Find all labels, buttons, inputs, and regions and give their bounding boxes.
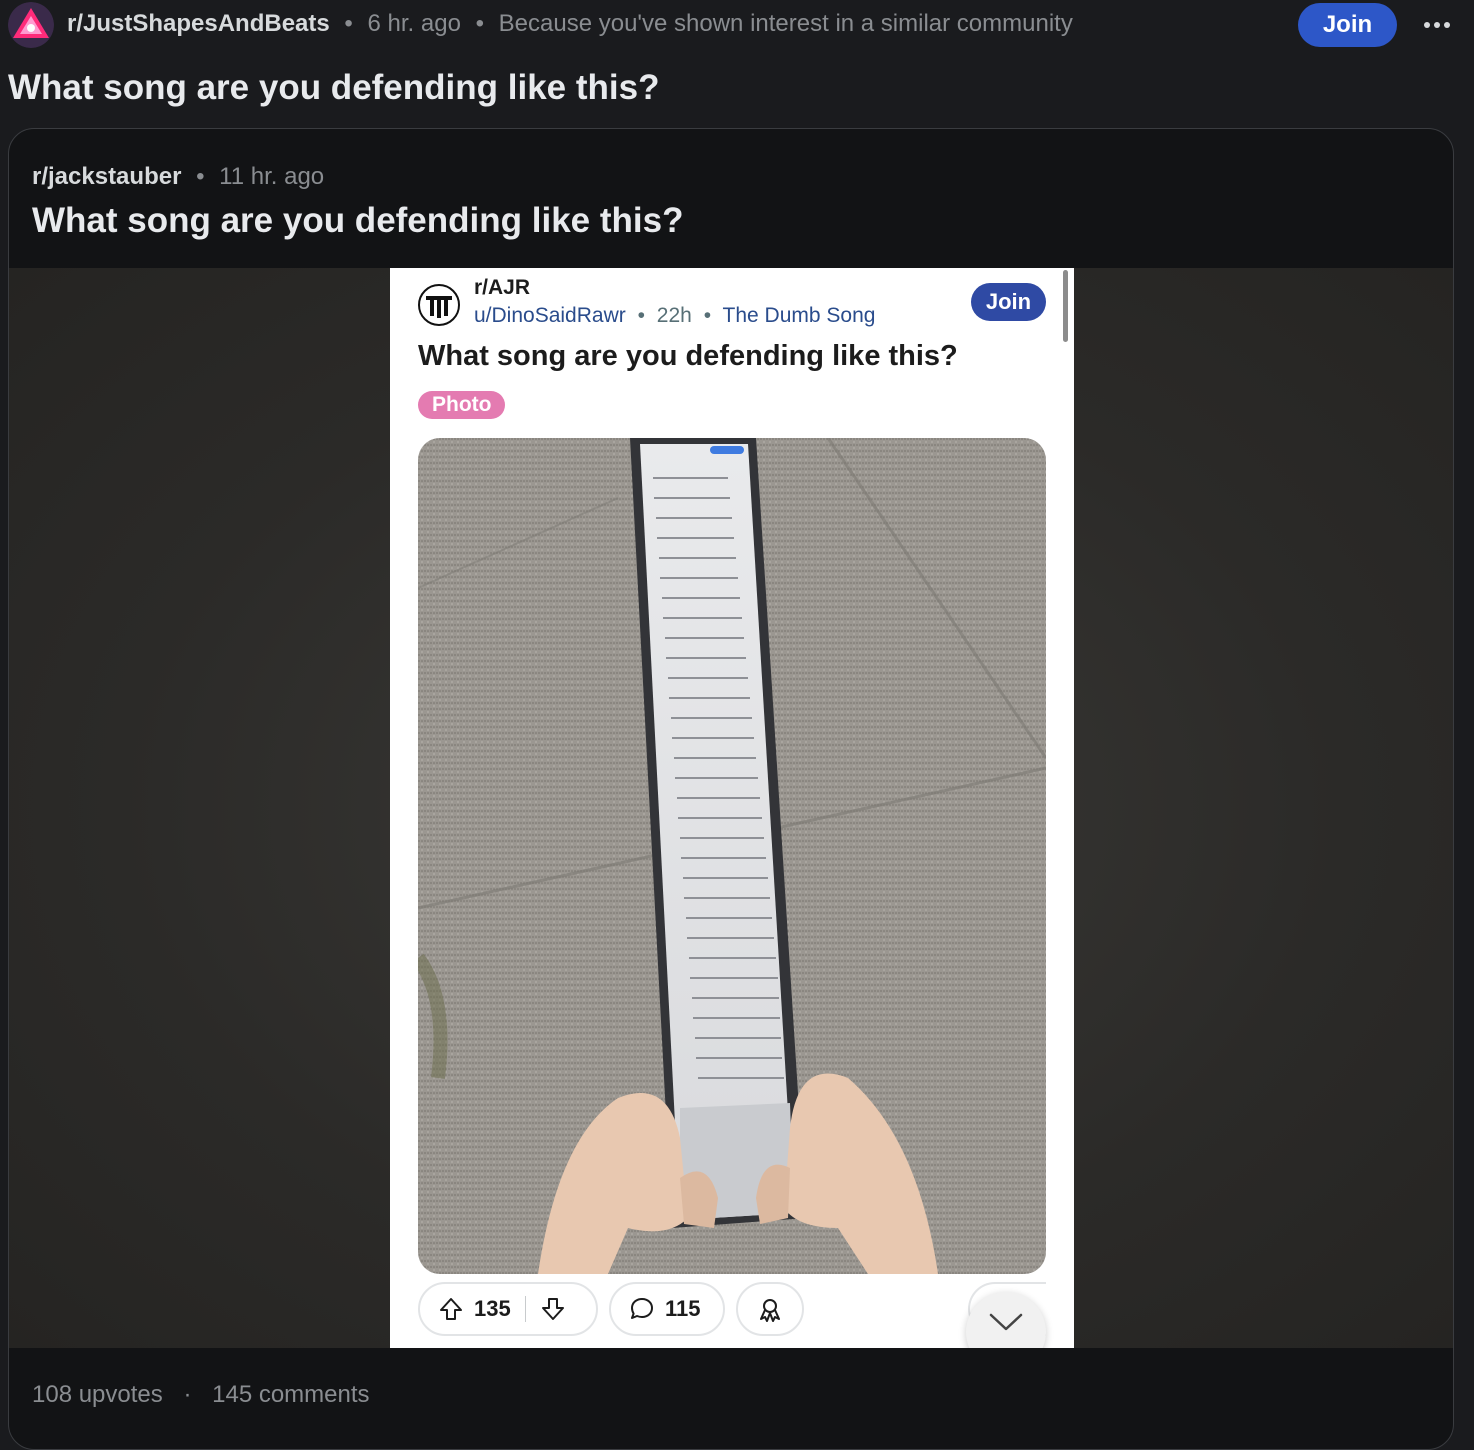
crosspost-subreddit-link[interactable]: r/jackstauber: [32, 163, 181, 190]
crosspost-time: 11 hr. ago: [219, 163, 325, 190]
join-button[interactable]: Join: [1298, 3, 1397, 47]
crosspost-title[interactable]: What song are you defending like this?: [32, 201, 683, 241]
separator-dot: •: [344, 10, 353, 37]
post-media[interactable]: r/AJR u/DinoSaidRawr • 22h • The Dumb So…: [9, 268, 1453, 1348]
photo-flair-tag: Photo: [418, 391, 506, 419]
screenshot-meta: u/DinoSaidRawr • 22h • The Dumb Song: [474, 304, 875, 328]
separator-dot: ·: [183, 1381, 192, 1408]
ajr-subreddit-logo: [418, 284, 460, 326]
screenshot-action-bar: 135 115: [418, 1282, 1058, 1338]
screenshot-time: 22h: [656, 304, 692, 327]
screenshot-title: What song are you defending like this?: [418, 340, 958, 372]
chevron-down-icon: [989, 1313, 1023, 1331]
award-button: [736, 1282, 804, 1336]
more-horizontal-icon[interactable]: [1418, 10, 1456, 40]
crosspost-stats: 108 upvotes · 145 comments: [32, 1381, 370, 1409]
vote-control: 135: [418, 1282, 598, 1336]
screenshot-subreddit: r/AJR: [474, 276, 531, 299]
phone-photo: [418, 438, 1046, 1274]
vote-separator: [524, 1296, 526, 1322]
separator-dot: •: [475, 10, 484, 37]
upvote-count: 135: [474, 1296, 511, 1321]
downvote-icon: [541, 1298, 564, 1320]
comment-button: 115: [609, 1282, 725, 1336]
upvote-icon: [440, 1298, 462, 1320]
upvotes-count: 108 upvotes: [32, 1381, 163, 1408]
embedded-screenshot: r/AJR u/DinoSaidRawr • 22h • The Dumb So…: [390, 268, 1074, 1348]
award-icon: [760, 1299, 780, 1322]
post-header: r/JustShapesAndBeats • 6 hr. ago • Becau…: [0, 0, 1474, 50]
crosspost-card[interactable]: r/jackstauber • 11 hr. ago What song are…: [8, 128, 1454, 1450]
separator-dot: •: [637, 304, 645, 327]
comment-count: 115: [665, 1296, 701, 1321]
recommendation-reason: Because you've shown interest in a simil…: [498, 10, 1073, 37]
subreddit-avatar[interactable]: [8, 2, 54, 48]
post-time: 6 hr. ago: [367, 10, 461, 37]
post-meta: r/JustShapesAndBeats • 6 hr. ago • Becau…: [67, 10, 1073, 38]
screenshot-flair: The Dumb Song: [722, 304, 876, 327]
crosspost-meta: r/jackstauber • 11 hr. ago: [32, 163, 324, 191]
subreddit-link[interactable]: r/JustShapesAndBeats: [67, 10, 330, 37]
screenshot-join-button: Join: [971, 283, 1046, 321]
screenshot-scrollbar: [1063, 270, 1068, 342]
separator-dot: •: [703, 304, 712, 327]
separator-dot: •: [196, 163, 205, 190]
post-title[interactable]: What song are you defending like this?: [8, 68, 659, 108]
screenshot-username: u/DinoSaidRawr: [474, 304, 626, 327]
comments-count[interactable]: 145 comments: [212, 1381, 369, 1408]
comment-icon: [631, 1298, 653, 1319]
